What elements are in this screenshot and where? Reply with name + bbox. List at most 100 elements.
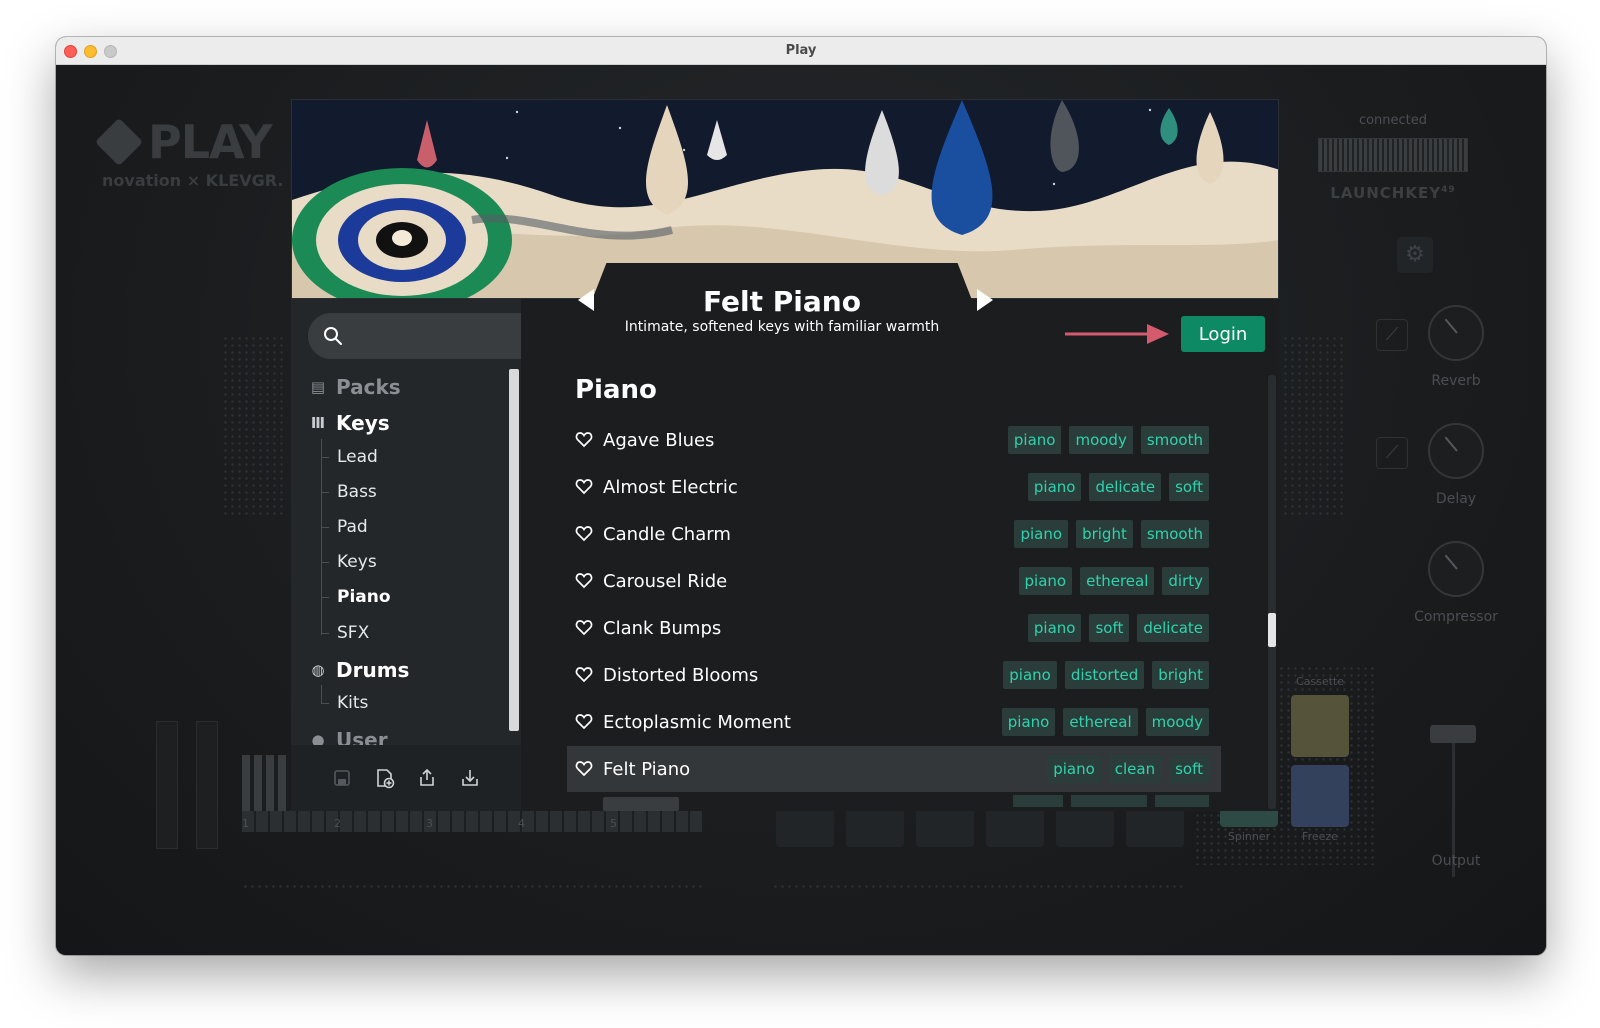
sidebar-section-label: Packs	[336, 375, 401, 399]
tag[interactable]: piano	[1027, 473, 1082, 501]
reverb-knob[interactable]	[1428, 305, 1484, 361]
heart-icon[interactable]	[575, 477, 593, 495]
tag[interactable]: delicate	[1137, 614, 1209, 642]
keyboard-black-keys	[242, 755, 290, 811]
tag-list: piano distorted bright	[1003, 661, 1209, 689]
tree-tick	[321, 703, 329, 704]
sidebar-item-piano[interactable]: Piano	[337, 587, 391, 607]
drums-icon: ◍	[311, 661, 325, 679]
tree-tick	[321, 492, 329, 493]
cassette-pad[interactable]	[1291, 695, 1349, 757]
login-button[interactable]: Login	[1181, 316, 1265, 352]
tag[interactable]: delicate	[1089, 473, 1162, 501]
preset-row-selected[interactable]: Felt Piano piano clean soft	[567, 746, 1221, 792]
sidebar-item-lead[interactable]: Lead	[337, 447, 378, 467]
sidebar-section-drums[interactable]: ◍ Drums	[308, 658, 409, 682]
reverb-edit-icon[interactable]: ⟋	[1376, 319, 1408, 351]
tag[interactable]: smooth	[1140, 426, 1209, 454]
tag[interactable]: soft	[1169, 755, 1209, 783]
tag[interactable]: piano	[1047, 755, 1101, 783]
tag[interactable]: soft	[1089, 614, 1130, 642]
sidebar-scrollbar-thumb[interactable]	[509, 369, 519, 731]
output-slider-thumb[interactable]	[1430, 725, 1476, 743]
delay-edit-icon[interactable]: ⟋	[1376, 437, 1408, 469]
preset-row[interactable]: Ectoplasmic Moment piano ethereal moody	[567, 699, 1221, 745]
heart-icon[interactable]	[575, 430, 593, 448]
device-panel: connected LAUNCHKEY49	[1318, 113, 1468, 202]
heart-icon[interactable]	[575, 665, 593, 683]
tag[interactable]: distorted	[1064, 661, 1145, 689]
browser-sidebar: ▤ Packs Ⅲ Keys Lead Bass Pad Keys Piano …	[291, 299, 560, 811]
preset-row[interactable]: Agave Blues piano moody smooth	[567, 417, 1221, 463]
export-icon[interactable]	[413, 764, 441, 792]
tree-tick	[321, 597, 329, 598]
preset-name: Clank Bumps	[603, 617, 722, 639]
preset-name: Felt Piano	[703, 285, 861, 318]
heart-icon[interactable]	[575, 712, 593, 730]
preset-list: Agave Blues piano moody smooth Almost El…	[567, 417, 1221, 811]
import-icon[interactable]	[456, 764, 484, 792]
keys-icon: Ⅲ	[310, 414, 326, 432]
window-title: Play	[785, 43, 817, 58]
tag[interactable]: bright	[1152, 661, 1209, 689]
sidebar-section-label: Keys	[336, 411, 390, 435]
freeze-pad[interactable]	[1291, 765, 1349, 827]
preset-name: Agave Blues	[603, 429, 715, 451]
preset-row[interactable]: Carousel Ride piano ethereal dirty	[567, 558, 1221, 604]
sidebar-item-pad[interactable]: Pad	[337, 517, 368, 537]
tag[interactable]: piano	[1007, 426, 1062, 454]
preset-row[interactable]: Almost Electric piano delicate soft	[567, 464, 1221, 510]
tag[interactable]: moody	[1145, 708, 1209, 736]
preset-row[interactable]: Candle Charm piano bright smooth	[567, 511, 1221, 557]
tag[interactable]: piano	[1001, 708, 1056, 736]
heart-icon[interactable]	[575, 524, 593, 542]
sidebar-item-keys[interactable]: Keys	[337, 552, 377, 572]
delay-knob[interactable]	[1428, 423, 1484, 479]
save-icon[interactable]	[328, 764, 356, 792]
arrow-right-icon	[1065, 324, 1169, 344]
heart-icon[interactable]	[575, 618, 593, 636]
sidebar-section-keys[interactable]: Ⅲ Keys	[308, 411, 390, 435]
tag[interactable]: bright	[1076, 520, 1133, 548]
tag[interactable]: ethereal	[1080, 567, 1155, 595]
tag[interactable]: piano	[1003, 661, 1057, 689]
speaker-grille-right	[1282, 335, 1346, 515]
heart-icon[interactable]	[575, 571, 593, 589]
tag[interactable]: moody	[1069, 426, 1133, 454]
preset-row-partial[interactable]	[567, 793, 1221, 811]
settings-gear-icon[interactable]: ⚙	[1397, 237, 1433, 273]
tag[interactable]: dirty	[1162, 567, 1209, 595]
tag[interactable]: piano	[1014, 520, 1069, 548]
sidebar-section-label: Drums	[336, 658, 410, 682]
tag[interactable]: piano	[1018, 567, 1073, 595]
sidebar-item-bass[interactable]: Bass	[337, 482, 377, 502]
tag[interactable]: smooth	[1140, 520, 1209, 548]
sidebar-scrollbar[interactable]	[509, 369, 519, 731]
sidebar-section-packs[interactable]: ▤ Packs	[308, 375, 401, 399]
tree-tick	[321, 562, 329, 563]
tag-list: piano moody smooth	[1007, 426, 1209, 454]
tag[interactable]: soft	[1169, 473, 1209, 501]
tag[interactable]: ethereal	[1063, 708, 1138, 736]
preset-name: Almost Electric	[603, 476, 738, 498]
heart-icon[interactable]	[575, 759, 593, 777]
sidebar-item-kits[interactable]: Kits	[337, 693, 368, 713]
preset-list-scrollbar[interactable]	[1268, 375, 1276, 809]
title-bar: Play	[56, 37, 1546, 65]
device-status: connected	[1358, 113, 1428, 128]
compressor-knob[interactable]	[1428, 541, 1484, 597]
delay-label: Delay	[1435, 491, 1477, 507]
preset-name: Candle Charm	[603, 523, 731, 545]
preset-list-scrollbar-thumb[interactable]	[1268, 613, 1276, 647]
preset-row[interactable]: Distorted Blooms piano distorted bright	[567, 652, 1221, 698]
mod-wheel[interactable]	[196, 721, 218, 849]
tag[interactable]: piano	[1027, 614, 1082, 642]
reverb-label: Reverb	[1431, 373, 1481, 389]
preset-row[interactable]: Clank Bumps piano soft delicate	[567, 605, 1221, 651]
pitch-wheel[interactable]	[156, 721, 178, 849]
on-screen-keyboard[interactable]	[242, 810, 702, 832]
tag[interactable]: clean	[1108, 755, 1162, 783]
sublogo-text: novation × KLEVGR.	[102, 171, 284, 190]
sidebar-item-sfx[interactable]: SFX	[337, 623, 369, 643]
new-preset-icon[interactable]	[371, 764, 399, 792]
